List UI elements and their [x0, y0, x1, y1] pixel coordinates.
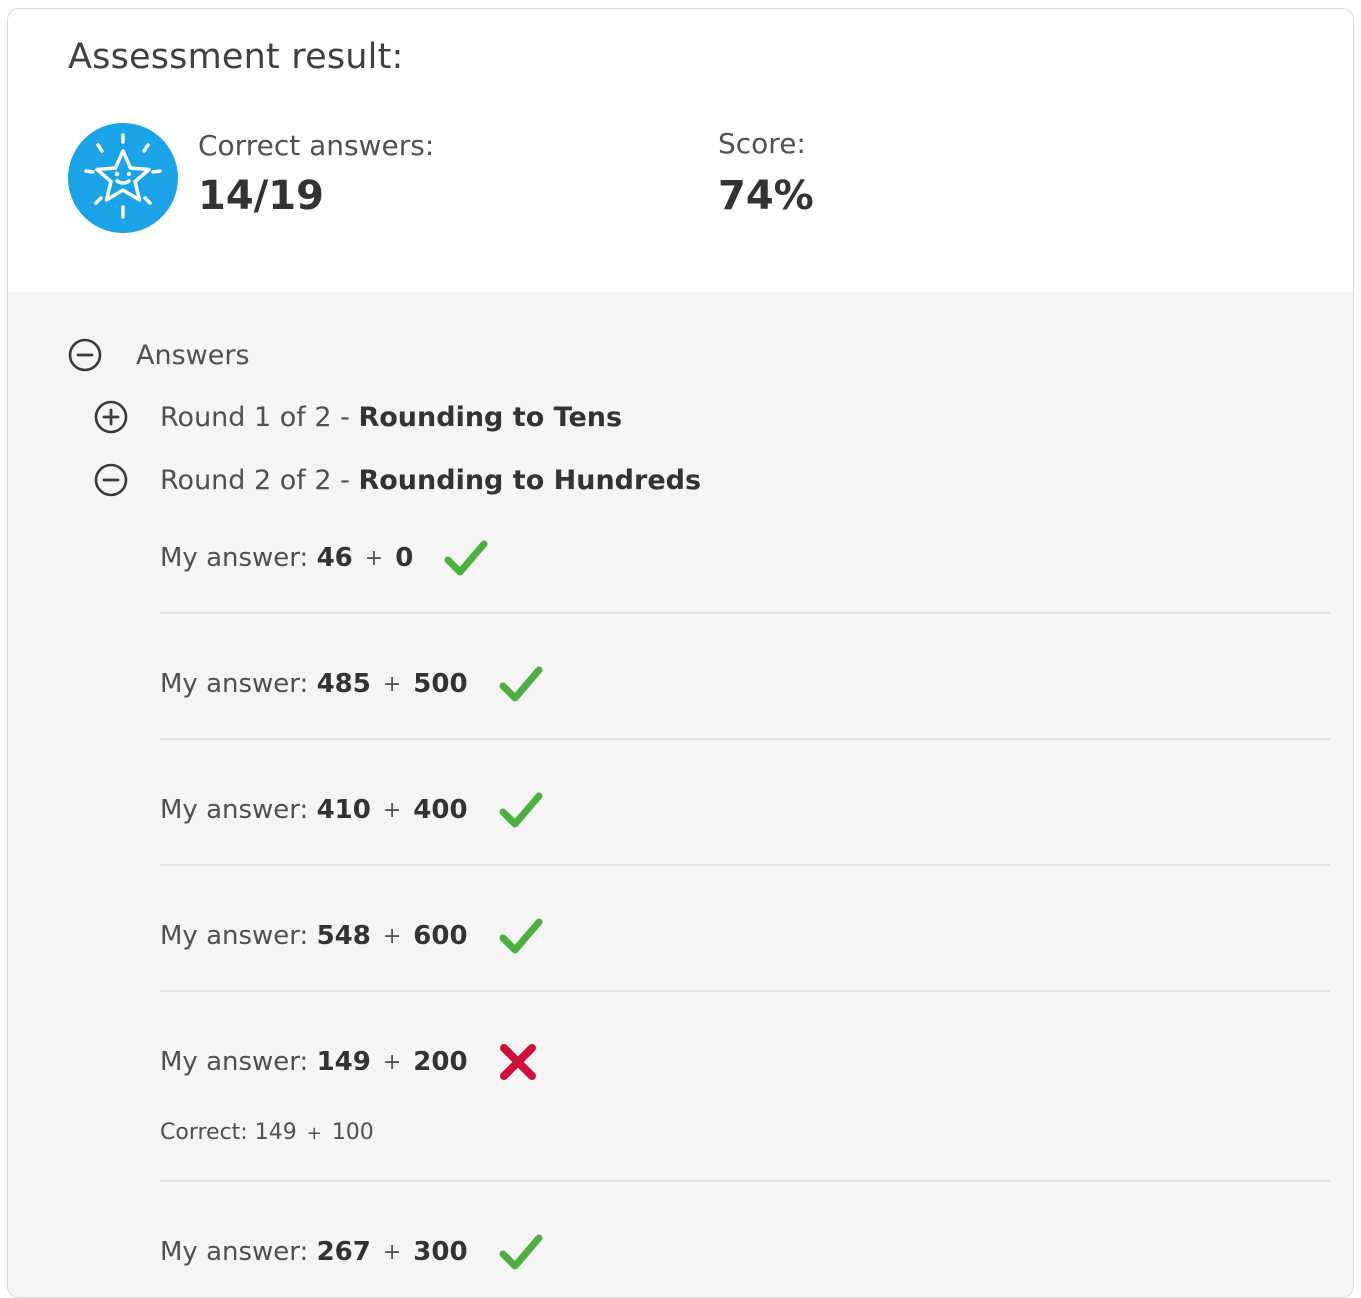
correct-rounded: 100	[331, 1120, 374, 1145]
answer-value: 149	[316, 1047, 371, 1077]
my-answer-label: My answer:	[160, 795, 309, 825]
check-icon	[499, 918, 543, 954]
divider	[160, 990, 1330, 992]
assessment-result-card: Assessment result: Correct answers: 14/1…	[7, 8, 1354, 1298]
answers-toggle[interactable]: Answers	[68, 338, 250, 372]
answer-value: 485	[316, 669, 371, 699]
divider	[160, 864, 1330, 866]
my-answer-label: My answer:	[160, 1237, 309, 1267]
round-2-toggle[interactable]: Round 2 of 2 - Rounding to Hundreds	[94, 463, 701, 497]
answer-row: My answer: 548 +600	[160, 916, 1330, 956]
answer-row: My answer: 410 +400	[160, 790, 1330, 830]
answer-row: My answer: 46 +0	[160, 538, 1330, 578]
answer-value: 46	[316, 543, 353, 573]
answer-row: My answer: 267 +300	[160, 1232, 1330, 1272]
correct-value: 149	[254, 1120, 297, 1145]
plus-sign: +	[382, 1239, 402, 1265]
answers-toggle-label: Answers	[136, 339, 250, 371]
plus-sign: +	[364, 545, 384, 571]
answers-panel: Answers Round 1 of 2 - Rounding to Tens …	[8, 292, 1353, 1297]
round-2-name: Rounding to Hundreds	[358, 464, 702, 496]
answer-rounded: 600	[413, 921, 468, 951]
collapse-icon[interactable]	[94, 463, 128, 497]
expand-icon[interactable]	[94, 400, 128, 434]
round-1-name: Rounding to Tens	[358, 401, 623, 433]
round-2-label: Round 2 of 2 - Rounding to Hundreds	[160, 464, 702, 496]
divider	[160, 612, 1330, 614]
answer-rounded: 400	[413, 795, 468, 825]
answer-rounded: 300	[413, 1237, 468, 1267]
round-1-toggle[interactable]: Round 1 of 2 - Rounding to Tens	[94, 400, 622, 434]
cross-icon	[499, 1044, 536, 1080]
result-header: Assessment result: Correct answers: 14/1…	[8, 9, 1353, 292]
correct-label: Correct:	[160, 1120, 248, 1145]
plus-sign: +	[382, 671, 402, 697]
plus-sign: +	[306, 1123, 322, 1144]
answer-row: My answer: 149 +200	[160, 1042, 1330, 1082]
plus-sign: +	[382, 923, 402, 949]
answer-rounded: 200	[413, 1047, 468, 1077]
check-icon	[499, 1234, 543, 1270]
my-answer-label: My answer:	[160, 921, 309, 951]
check-icon	[444, 540, 488, 576]
my-answer-label: My answer:	[160, 1047, 309, 1077]
correct-answers-value: 14/19	[198, 173, 324, 219]
plus-sign: +	[382, 1049, 402, 1075]
score-label: Score:	[718, 127, 806, 160]
my-answer-label: My answer:	[160, 543, 309, 573]
answer-value: 410	[316, 795, 371, 825]
plus-sign: +	[382, 797, 402, 823]
my-answer-label: My answer:	[160, 669, 309, 699]
answer-row: My answer: 485 +500	[160, 664, 1330, 704]
answer-value: 267	[316, 1237, 371, 1267]
answer-value: 548	[316, 921, 371, 951]
collapse-icon[interactable]	[68, 338, 102, 372]
divider	[160, 738, 1330, 740]
answer-rounded: 500	[413, 669, 468, 699]
answer-rounded: 0	[395, 543, 414, 573]
page-title: Assessment result:	[68, 37, 404, 77]
score-value: 74%	[718, 173, 814, 219]
check-icon	[499, 792, 543, 828]
correct-answers-label: Correct answers:	[198, 129, 435, 162]
check-icon	[499, 666, 543, 702]
divider	[160, 1180, 1330, 1182]
correct-answer-line: Correct: 149 +100	[160, 1120, 374, 1145]
round-1-label: Round 1 of 2 - Rounding to Tens	[160, 401, 623, 433]
star-badge-icon	[68, 123, 178, 233]
